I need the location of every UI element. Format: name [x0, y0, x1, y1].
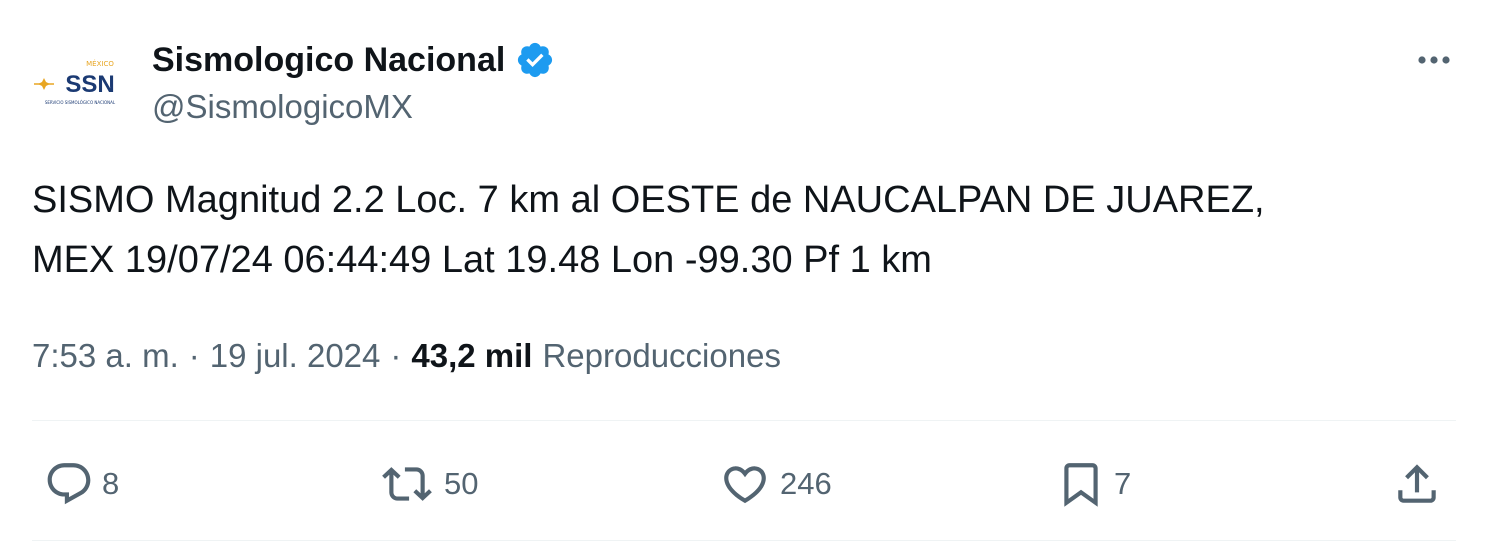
reply-button[interactable]: 8	[44, 456, 119, 512]
tweet-date[interactable]: 19 jul. 2024	[210, 337, 381, 375]
retweet-count: 50	[444, 466, 479, 501]
meta-separator: ·	[188, 337, 200, 374]
views-label[interactable]: Reproducciones	[542, 337, 780, 375]
like-button[interactable]: 246	[718, 456, 832, 512]
reply-icon	[47, 463, 91, 505]
reply-count: 8	[102, 466, 120, 501]
display-name[interactable]: Sismologico Nacional	[152, 41, 505, 80]
like-count: 246	[780, 466, 832, 501]
more-options-button[interactable]	[1408, 40, 1460, 80]
author-name-row: Sismologico Nacional	[152, 38, 555, 82]
retweet-icon	[382, 467, 432, 501]
avatar[interactable]: MÉXICO SSN SERVICIO SISMOLÓGICO NACIONAL	[30, 36, 130, 136]
svg-text:SSN: SSN	[65, 71, 114, 98]
bookmark-icon	[1064, 463, 1098, 507]
tweet-text: SISMO Magnitud 2.2 Loc. 7 km al OESTE de…	[32, 179, 1265, 281]
bookmark-count: 7	[1114, 466, 1132, 501]
divider	[32, 540, 1456, 541]
heart-icon	[724, 466, 766, 504]
ssn-logo-icon: MÉXICO SSN SERVICIO SISMOLÓGICO NACIONAL	[34, 59, 116, 105]
share-button[interactable]	[1392, 456, 1442, 512]
svg-text:SERVICIO SISMOLÓGICO NACIONAL: SERVICIO SISMOLÓGICO NACIONAL	[45, 100, 116, 105]
tweet-meta: 7:53 a. m. · 19 jul. 2024 · 43,2 mil Rep…	[32, 334, 781, 378]
meta-separator: ·	[390, 337, 402, 374]
bookmark-button[interactable]: 7	[1056, 456, 1131, 512]
divider	[32, 420, 1456, 421]
more-icon	[1418, 56, 1450, 64]
tweet-card: MÉXICO SSN SERVICIO SISMOLÓGICO NACIONAL…	[0, 0, 1500, 544]
verified-badge-icon	[515, 40, 555, 80]
tweet-time[interactable]: 7:53 a. m.	[32, 337, 179, 375]
share-icon	[1398, 464, 1436, 503]
retweet-button[interactable]: 50	[378, 456, 478, 512]
svg-text:MÉXICO: MÉXICO	[86, 59, 114, 68]
views-count[interactable]: 43,2 mil	[411, 337, 532, 375]
author-handle[interactable]: @SismologicoMX	[152, 88, 413, 126]
